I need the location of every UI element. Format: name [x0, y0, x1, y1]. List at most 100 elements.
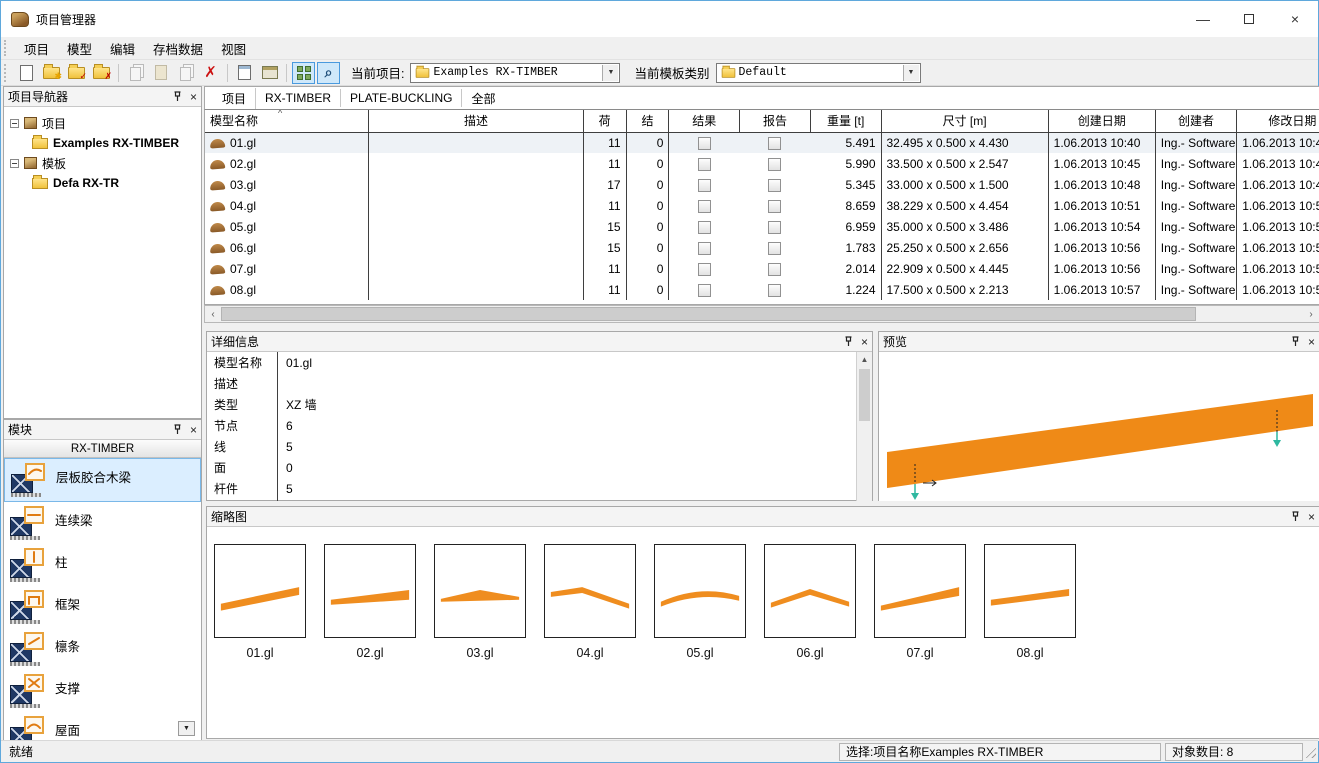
column-header[interactable]: 描述	[369, 110, 583, 132]
results-checkbox[interactable]	[698, 284, 711, 297]
report-checkbox[interactable]	[768, 284, 781, 297]
collapse-icon[interactable]	[10, 159, 19, 168]
module-item-column[interactable]: 柱	[4, 544, 201, 586]
report-checkbox[interactable]	[768, 137, 781, 150]
close-panel-icon[interactable]: ×	[1308, 511, 1315, 523]
close-button[interactable]: ×	[1272, 1, 1318, 37]
detail-view-icon[interactable]: ⌕	[317, 62, 340, 84]
scroll-left-icon[interactable]: ‹	[205, 306, 221, 322]
close-panel-icon[interactable]: ×	[861, 336, 868, 348]
column-header[interactable]: 报告	[740, 110, 811, 132]
thumbnail-image[interactable]	[434, 544, 526, 638]
paste-icon[interactable]	[149, 62, 172, 84]
thumbnail-image[interactable]	[654, 544, 746, 638]
menu-item[interactable]: 视图	[212, 41, 255, 59]
column-header[interactable]: 修改日期	[1237, 110, 1319, 132]
thumbnail-view-icon[interactable]	[292, 62, 315, 84]
report-checkbox[interactable]	[768, 221, 781, 234]
table-row[interactable]: 04.gl 11 0 8.659 38.229 x 0.500 x 4.454 …	[205, 195, 1319, 216]
pin-icon[interactable]	[173, 424, 182, 435]
thumbnail-item[interactable]: 08.gl	[984, 544, 1076, 660]
scrollbar-thumb[interactable]	[221, 307, 1196, 321]
menu-item[interactable]: 存档数据	[144, 41, 212, 59]
scroll-down-button[interactable]	[178, 721, 195, 736]
module-item-purlin[interactable]: 檩条	[4, 628, 201, 670]
column-header[interactable]: 尺寸 [m]	[881, 110, 1048, 132]
horizontal-scrollbar[interactable]: ‹ ›	[204, 305, 1319, 323]
column-header[interactable]: 结果	[669, 110, 740, 132]
collapse-icon[interactable]	[10, 119, 19, 128]
table-row[interactable]: 01.gl 11 0 5.491 32.495 x 0.500 x 4.430 …	[205, 132, 1319, 153]
dropdown-arrow-icon[interactable]	[903, 65, 919, 81]
results-checkbox[interactable]	[698, 242, 711, 255]
table-row[interactable]: 02.gl 11 0 5.990 33.500 x 0.500 x 2.547 …	[205, 153, 1319, 174]
report-checkbox[interactable]	[768, 158, 781, 171]
thumbnail-item[interactable]: 05.gl	[654, 544, 746, 660]
scrollbar-thumb[interactable]	[859, 369, 870, 421]
results-checkbox[interactable]	[698, 263, 711, 276]
results-checkbox[interactable]	[698, 158, 711, 171]
thumbnail-image[interactable]	[324, 544, 416, 638]
pin-icon[interactable]	[844, 336, 853, 347]
menu-item[interactable]: 模型	[58, 41, 101, 59]
thumbnail-image[interactable]	[874, 544, 966, 638]
pin-icon[interactable]	[1291, 511, 1300, 522]
archive-table-icon[interactable]	[258, 62, 281, 84]
column-header[interactable]: 结	[626, 110, 669, 132]
column-header[interactable]: 创建日期	[1048, 110, 1155, 132]
thumbnail-item[interactable]: 03.gl	[434, 544, 526, 660]
module-item-continuous[interactable]: 连续梁	[4, 502, 201, 544]
report-checkbox[interactable]	[768, 263, 781, 276]
thumbnail-image[interactable]	[984, 544, 1076, 638]
thumbnail-image[interactable]	[544, 544, 636, 638]
preview-viewport[interactable]	[879, 352, 1319, 501]
copy-icon[interactable]	[124, 62, 147, 84]
tree-node-default-template[interactable]: Defa RX-TR	[10, 173, 199, 193]
current-project-combobox[interactable]: Examples RX-TIMBER	[410, 63, 620, 83]
template-category-combobox[interactable]: Default	[716, 63, 921, 83]
column-header[interactable]: 模型名称^	[205, 110, 369, 132]
module-group-header[interactable]: RX-TIMBER	[4, 440, 201, 458]
close-panel-icon[interactable]: ×	[1308, 336, 1315, 348]
tree-node-projects[interactable]: 项目	[10, 113, 199, 133]
results-checkbox[interactable]	[698, 179, 711, 192]
menu-item[interactable]: 项目	[15, 41, 58, 59]
column-header[interactable]: 重量 [t]	[810, 110, 881, 132]
table-row[interactable]: 06.gl 15 0 1.783 25.250 x 0.500 x 2.656 …	[205, 237, 1319, 258]
tab-plate-buckling[interactable]: PLATE-BUCKLING	[341, 89, 462, 107]
pin-icon[interactable]	[1291, 336, 1300, 347]
transfer-icon[interactable]	[233, 62, 256, 84]
scroll-up-icon[interactable]: ▲	[857, 352, 872, 367]
module-item-brace[interactable]: 支撑	[4, 670, 201, 712]
thumbnail-item[interactable]: 06.gl	[764, 544, 856, 660]
thumbnail-item[interactable]: 01.gl	[214, 544, 306, 660]
thumbnail-item[interactable]: 07.gl	[874, 544, 966, 660]
details-scrollbar[interactable]: ▲	[856, 352, 872, 501]
module-item-glulam[interactable]: 层板胶合木梁	[4, 458, 201, 502]
thumbnail-item[interactable]: 04.gl	[544, 544, 636, 660]
table-row[interactable]: 03.gl 17 0 5.345 33.000 x 0.500 x 1.500 …	[205, 174, 1319, 195]
dropdown-arrow-icon[interactable]	[602, 65, 618, 81]
thumbnail-item[interactable]: 02.gl	[324, 544, 416, 660]
menu-item[interactable]: 编辑	[101, 41, 144, 59]
table-row[interactable]: 07.gl 11 0 2.014 22.909 x 0.500 x 4.445 …	[205, 258, 1319, 279]
open-folder-check-icon[interactable]: ✓	[65, 62, 88, 84]
delete-icon[interactable]: ✗	[199, 62, 222, 84]
tab-全部[interactable]: 全部	[462, 88, 504, 109]
column-header[interactable]: 创建者	[1155, 110, 1236, 132]
tab-rx-timber[interactable]: RX-TIMBER	[256, 89, 341, 107]
close-panel-icon[interactable]: ×	[190, 424, 197, 436]
table-row[interactable]: 08.gl 11 0 1.224 17.500 x 0.500 x 2.213 …	[205, 279, 1319, 300]
scroll-right-icon[interactable]: ›	[1303, 306, 1319, 322]
close-panel-icon[interactable]: ×	[190, 91, 197, 103]
maximize-button[interactable]	[1226, 1, 1272, 37]
thumbnail-image[interactable]	[214, 544, 306, 638]
resize-grip[interactable]	[1303, 745, 1316, 758]
module-item-frame[interactable]: 框架	[4, 586, 201, 628]
thumbnail-image[interactable]	[764, 544, 856, 638]
tree-node-templates[interactable]: 模板	[10, 153, 199, 173]
results-checkbox[interactable]	[698, 221, 711, 234]
table-row[interactable]: 05.gl 15 0 6.959 35.000 x 0.500 x 3.486 …	[205, 216, 1319, 237]
new-document-icon[interactable]	[15, 62, 38, 84]
tree-node-examples-rx-timber[interactable]: Examples RX-TIMBER	[10, 133, 199, 153]
